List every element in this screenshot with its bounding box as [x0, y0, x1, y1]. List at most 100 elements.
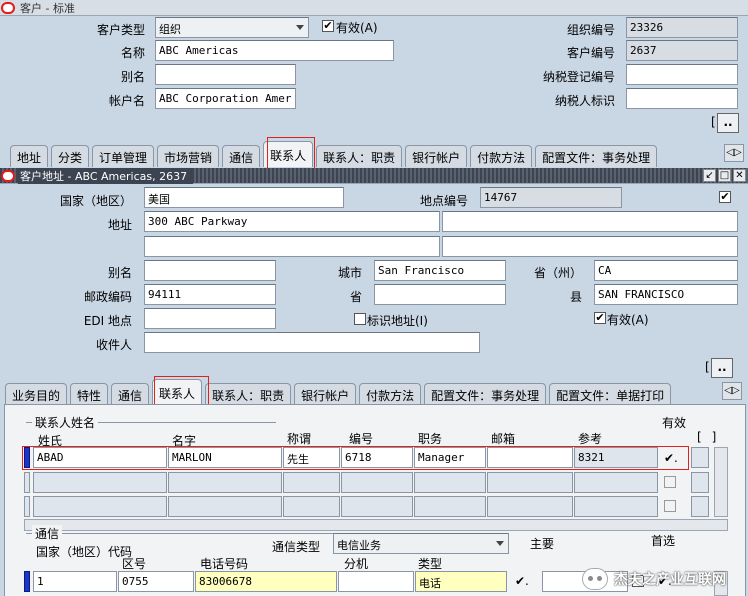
- contact-salutation-cell[interactable]: [283, 496, 340, 517]
- province-field[interactable]: [374, 284, 506, 305]
- contact-row-bracket: []: [697, 430, 727, 444]
- state-field[interactable]: CA: [594, 260, 738, 281]
- address-alias-label: 别名: [107, 266, 132, 280]
- city-field[interactable]: San Francisco: [374, 260, 506, 281]
- contacts-horizontal-scrollbar[interactable]: [24, 519, 728, 531]
- tab-attributes[interactable]: 特性: [70, 383, 109, 405]
- country-field[interactable]: 美国: [144, 187, 344, 208]
- tab-business-purpose[interactable]: 业务目的: [5, 383, 68, 405]
- col-extension: 分机: [344, 557, 369, 571]
- address-tab-scroll-arrows[interactable]: ◁▷: [722, 382, 742, 400]
- county-label: 县: [569, 290, 582, 304]
- contact-first-name-cell[interactable]: [168, 496, 282, 517]
- tab-classification[interactable]: 分类: [51, 145, 90, 167]
- contacts-vertical-scrollbar[interactable]: [714, 447, 728, 517]
- contact-job-cell[interactable]: [414, 472, 486, 493]
- taxpayer-id-field[interactable]: [626, 88, 738, 109]
- comm-extension-cell[interactable]: [338, 571, 414, 592]
- customer-type-select[interactable]: 组织: [155, 17, 309, 38]
- contact-job-cell[interactable]: [414, 496, 486, 517]
- identify-address-checkbox[interactable]: [354, 313, 366, 325]
- comm-type-cell[interactable]: 电话: [415, 571, 507, 592]
- contact-row-more-cell[interactable]: [691, 472, 709, 493]
- address-line2-field[interactable]: [442, 211, 738, 232]
- customer-tab-scroll-arrows[interactable]: ◁▷: [724, 144, 744, 162]
- contact-mail-cell[interactable]: [487, 496, 573, 517]
- taxpayer-reg-field[interactable]: [626, 64, 738, 85]
- restore-icon[interactable]: □: [718, 169, 731, 182]
- postal-code-field[interactable]: 94111: [144, 284, 276, 305]
- site-active-checkbox[interactable]: ✔: [719, 191, 731, 203]
- alias-field[interactable]: [155, 64, 296, 85]
- contact-active-checkbox[interactable]: [664, 476, 676, 488]
- contact-reference-cell[interactable]: [574, 472, 658, 493]
- address-active-checkbox[interactable]: ✔: [594, 312, 606, 324]
- account-name-field[interactable]: ABC Corporation Amer: [155, 88, 296, 109]
- oracle-logo-icon: [1, 1, 15, 14]
- contact-row-more-cell[interactable]: [691, 496, 709, 517]
- alias-label: 别名: [120, 70, 145, 84]
- tab-address-contact-roles[interactable]: 联系人：职责: [205, 383, 292, 405]
- active-checkbox[interactable]: ✔: [322, 20, 334, 32]
- col-country-code: 国家（地区）代码: [36, 545, 133, 559]
- tab-address-payment-methods[interactable]: 付款方法: [359, 383, 422, 405]
- tab-payment-methods[interactable]: 付款方法: [470, 145, 533, 167]
- contact-active-checkbox[interactable]: [664, 500, 676, 512]
- customer-number-label: 客户编号: [566, 46, 615, 60]
- contact-number-cell[interactable]: [341, 472, 413, 493]
- county-field[interactable]: SAN FRANCISCO: [594, 284, 738, 305]
- address-alias-field[interactable]: [144, 260, 276, 281]
- state-label: 省（州）: [533, 266, 582, 280]
- address-line3-field[interactable]: [144, 236, 440, 257]
- city-label: 城市: [337, 266, 362, 280]
- customer-more-button[interactable]: ..: [717, 113, 739, 133]
- tab-order-management[interactable]: 订单管理: [92, 145, 155, 167]
- contact-row-indicator[interactable]: [24, 472, 30, 493]
- col-number: 编号: [349, 432, 374, 446]
- watermark-text: 杰夫之产业互联网: [614, 572, 726, 588]
- address-more-button[interactable]: ..: [711, 358, 733, 378]
- tab-address-communication[interactable]: 通信: [111, 383, 150, 405]
- col-phone: 电话号码: [200, 557, 249, 571]
- tab-address-bank-accounts[interactable]: 银行帐户: [294, 383, 357, 405]
- address-line4-field[interactable]: [442, 236, 738, 257]
- tab-profile-transactions[interactable]: 配置文件：事务处理: [535, 145, 658, 167]
- comm-phone-cell[interactable]: 83006678: [195, 571, 337, 592]
- recipient-field[interactable]: [144, 332, 480, 353]
- comm-type-select[interactable]: 电信业务: [333, 533, 509, 554]
- comm-row-indicator-current[interactable]: [24, 571, 30, 592]
- contact-mail-cell[interactable]: [487, 472, 573, 493]
- contact-row-more-cell[interactable]: [691, 447, 709, 468]
- customer-number-field[interactable]: 2637: [626, 40, 738, 61]
- site-number-field[interactable]: 14767: [480, 187, 622, 208]
- tab-address-profile-printing[interactable]: 配置文件：单据打印: [549, 383, 672, 405]
- customer-window-titlebar: 客户 - 标准: [0, 0, 748, 16]
- tab-address-profile-transactions[interactable]: 配置文件：事务处理: [424, 383, 547, 405]
- taxpayer-id-label: 纳税人标识: [554, 94, 615, 108]
- wechat-icon: [582, 568, 608, 590]
- tab-address[interactable]: 地址: [10, 145, 49, 167]
- recipient-label: 收件人: [95, 338, 132, 352]
- contact-last-name-cell[interactable]: [33, 472, 167, 493]
- close-icon[interactable]: ✕: [733, 169, 746, 182]
- minimize-icon[interactable]: ↙: [703, 169, 716, 182]
- contact-number-cell[interactable]: [341, 496, 413, 517]
- contact-row-indicator[interactable]: [24, 496, 30, 517]
- comm-primary-checkbox[interactable]: ✔.: [515, 574, 529, 588]
- tab-communication[interactable]: 通信: [222, 145, 261, 167]
- tab-marketing[interactable]: 市场营销: [157, 145, 220, 167]
- contact-first-name-cell[interactable]: [168, 472, 282, 493]
- name-field[interactable]: ABC Americas: [155, 40, 394, 61]
- address-line1-field[interactable]: 300 ABC Parkway: [144, 211, 440, 232]
- name-label: 名称: [120, 46, 145, 60]
- org-number-field[interactable]: 23326: [626, 17, 738, 38]
- edi-site-field[interactable]: [144, 308, 276, 329]
- comm-area-code-cell[interactable]: 0755: [118, 571, 194, 592]
- tab-bank-accounts[interactable]: 银行帐户: [405, 145, 468, 167]
- comm-country-code-cell[interactable]: 1: [33, 571, 117, 592]
- contact-last-name-cell[interactable]: [33, 496, 167, 517]
- contact-reference-cell[interactable]: [574, 496, 658, 517]
- tab-contact-roles[interactable]: 联系人：职责: [316, 145, 403, 167]
- contact-salutation-cell[interactable]: [283, 472, 340, 493]
- address-label: 地址: [107, 218, 132, 232]
